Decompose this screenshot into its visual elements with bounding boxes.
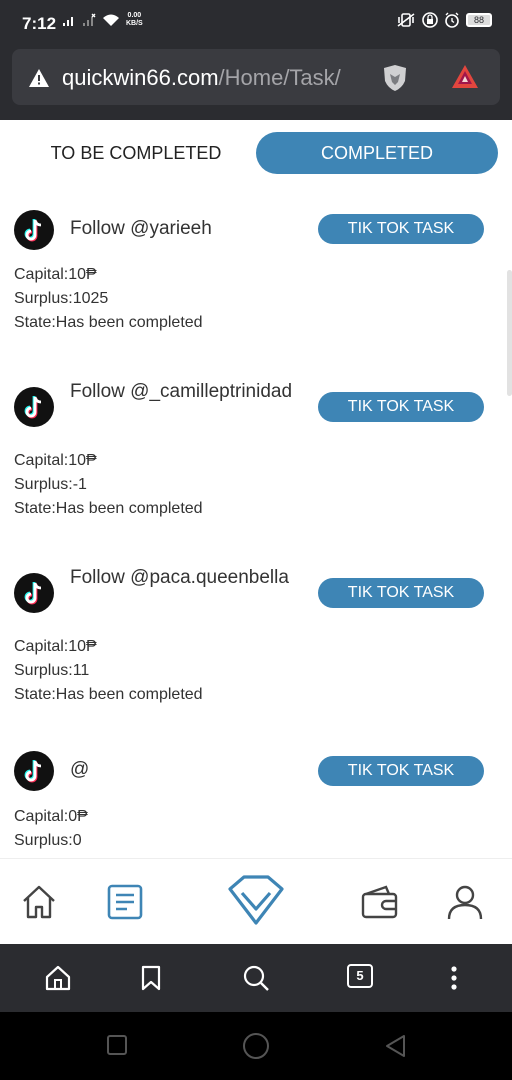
signal-icon bbox=[63, 17, 73, 26]
browser-toolbar: quickwin66.com/Home/Task/ bbox=[0, 44, 512, 120]
task-surplus: Surplus:0 bbox=[14, 832, 82, 849]
net-speed-value: 0.00 bbox=[127, 12, 142, 19]
task-capital: Capital:10₱ bbox=[14, 638, 97, 655]
wallet-icon[interactable] bbox=[360, 883, 400, 921]
task-surplus: Surplus:1025 bbox=[14, 290, 109, 307]
wifi-icon bbox=[103, 14, 119, 26]
tiktok-task-button[interactable]: TIK TOK TASK bbox=[318, 578, 484, 608]
tiktok-logo-icon bbox=[14, 751, 54, 791]
tiktok-task-button[interactable]: TIK TOK TASK bbox=[318, 214, 484, 244]
net-speed-unit: KB/S bbox=[126, 20, 143, 27]
task-title: Follow @paca.queenbella bbox=[70, 567, 289, 588]
brave-rewards-icon[interactable] bbox=[450, 63, 480, 91]
user-icon[interactable] bbox=[446, 883, 484, 921]
tiktok-task-button[interactable]: TIK TOK TASK bbox=[318, 756, 484, 786]
signal-no-service-icon bbox=[83, 13, 96, 26]
task-title: Follow @_camilleptrinidad bbox=[70, 381, 293, 402]
status-time: 7:12 bbox=[22, 14, 57, 33]
status-left-icons: 0.00 KB/S bbox=[62, 12, 143, 28]
url-path: /Home/Task/ bbox=[218, 65, 341, 90]
task-state: State:Has been completed bbox=[14, 686, 203, 703]
vibrate-icon bbox=[397, 13, 415, 27]
not-secure-warning-icon[interactable] bbox=[28, 68, 50, 88]
more-menu-icon[interactable] bbox=[446, 964, 462, 992]
task-surplus: Surplus:11 bbox=[14, 662, 90, 679]
home-button-icon[interactable] bbox=[242, 1032, 270, 1060]
tab-completed[interactable]: COMPLETED bbox=[256, 132, 498, 174]
task-capital: Capital:10₱ bbox=[14, 266, 97, 283]
lock-circle-icon bbox=[422, 12, 438, 28]
url-host: quickwin66.com bbox=[62, 65, 219, 90]
app-bottom-nav bbox=[0, 858, 512, 945]
address-bar[interactable]: quickwin66.com/Home/Task/ bbox=[12, 49, 500, 105]
alarm-icon bbox=[445, 12, 459, 28]
task-capital: Capital:0₱ bbox=[14, 808, 88, 825]
recent-apps-icon[interactable] bbox=[106, 1034, 128, 1056]
search-icon[interactable] bbox=[242, 964, 270, 992]
task-state: State:Has been completed bbox=[14, 500, 203, 517]
task-title: Follow @yarieeh bbox=[70, 218, 212, 239]
status-bar: 7:12 0.00 KB/S 88 bbox=[0, 0, 512, 44]
tab-to-be-completed[interactable]: TO BE COMPLETED bbox=[16, 132, 256, 174]
task-capital: Capital:10₱ bbox=[14, 452, 97, 469]
tiktok-task-button[interactable]: TIK TOK TASK bbox=[318, 392, 484, 422]
status-right-icons: 88 bbox=[396, 12, 492, 28]
task-list-icon[interactable] bbox=[106, 883, 144, 921]
net-speed: 0.00 KB/S bbox=[126, 12, 143, 28]
tiktok-logo-icon bbox=[14, 573, 54, 613]
brave-shields-icon[interactable] bbox=[380, 63, 410, 93]
back-icon[interactable] bbox=[384, 1034, 406, 1058]
browser-bottom-bar: 5 bbox=[0, 944, 512, 1012]
url-text[interactable]: quickwin66.com/Home/Task/ bbox=[62, 65, 341, 91]
tiktok-logo-icon bbox=[14, 210, 54, 250]
battery-icon: 88 bbox=[466, 13, 492, 27]
task-state: State:Has been completed bbox=[14, 314, 203, 331]
bookmark-icon[interactable] bbox=[140, 964, 162, 992]
diamond-icon[interactable] bbox=[226, 871, 286, 931]
task-surplus: Surplus:-1 bbox=[14, 476, 87, 493]
task-list[interactable]: Follow @yarieeh TIK TOK TASK Capital:10₱… bbox=[0, 190, 512, 858]
system-nav-bar bbox=[0, 1012, 512, 1080]
home-icon[interactable] bbox=[20, 883, 58, 921]
browser-home-icon[interactable] bbox=[44, 964, 72, 992]
task-title: @ bbox=[70, 759, 90, 780]
tab-switcher-button[interactable]: 5 bbox=[347, 964, 373, 988]
scrollbar[interactable] bbox=[507, 270, 512, 396]
tiktok-logo-icon bbox=[14, 387, 54, 427]
task-tabs: TO BE COMPLETED COMPLETED bbox=[0, 120, 512, 184]
